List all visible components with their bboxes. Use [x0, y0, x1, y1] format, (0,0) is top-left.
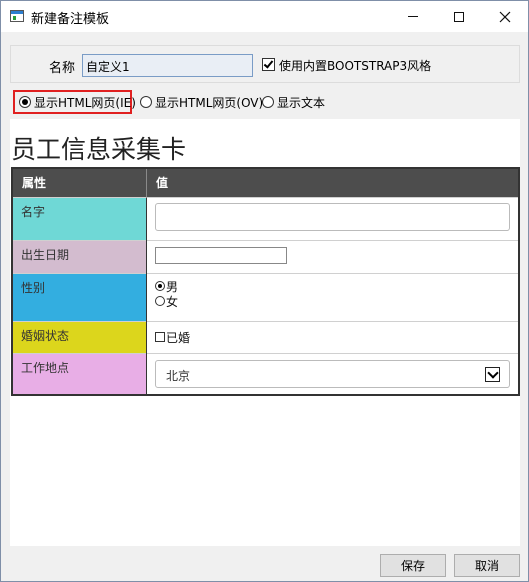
display-mode-label: 显示HTML网页(OV): [155, 95, 264, 110]
header-value: 值: [146, 168, 520, 197]
maximize-icon: [454, 11, 464, 22]
dialog-window: 新建备注模板 名称 自定义1 使用内置BOOTSTRAP3风格 显示HTML网页…: [0, 0, 529, 582]
row-value-gender: 男 女: [146, 272, 519, 321]
gender-option-label: 女: [166, 294, 179, 309]
maximize-button[interactable]: [436, 1, 482, 32]
workplace-selected-value: 北京: [166, 368, 191, 383]
table-row-gender: 性别 男 女: [12, 272, 519, 321]
row-value-marital: 已婚: [146, 320, 519, 353]
radio-icon: [262, 96, 274, 108]
gender-option-male[interactable]: 男: [155, 279, 510, 294]
radio-selected-icon: [19, 96, 31, 108]
checkbox-icon: [155, 332, 165, 342]
title-bar: 新建备注模板: [1, 1, 528, 32]
display-mode-label: 显示HTML网页(IE): [34, 95, 136, 110]
display-mode-text[interactable]: 显示文本: [262, 91, 325, 113]
table-row-workplace: 工作地点 北京: [12, 352, 519, 395]
row-value-birthdate: [146, 239, 519, 273]
bootstrap-checkbox-label[interactable]: 使用内置BOOTSTRAP3风格: [279, 57, 431, 74]
html-preview-pane: 员工信息采集卡 属性 值 名字 出生日期 性别 男 女 婚姻状态 已婚 工作地点…: [10, 119, 520, 546]
close-button[interactable]: [482, 1, 528, 32]
save-button[interactable]: 保存: [380, 554, 446, 577]
display-mode-html-ov[interactable]: 显示HTML网页(OV): [140, 91, 263, 113]
radio-icon: [155, 296, 165, 306]
card-title: 员工信息采集卡: [11, 135, 187, 164]
template-settings-panel: 名称 自定义1 使用内置BOOTSTRAP3风格: [10, 45, 520, 83]
employee-info-table: 属性 值 名字 出生日期 性别 男 女 婚姻状态 已婚 工作地点 北京: [11, 167, 520, 396]
header-attr: 属性: [12, 168, 147, 197]
row-value-workplace: 北京: [146, 352, 519, 395]
row-label-birthdate: 出生日期: [12, 239, 147, 273]
gender-option-female[interactable]: 女: [155, 294, 510, 309]
window-title: 新建备注模板: [31, 12, 110, 27]
married-checkbox[interactable]: 已婚: [155, 329, 510, 346]
name-label: 名称: [49, 61, 76, 76]
row-label-gender: 性别: [12, 272, 147, 321]
table-row-birthdate: 出生日期: [12, 239, 519, 273]
radio-icon: [140, 96, 152, 108]
table-row-marital: 婚姻状态 已婚: [12, 320, 519, 353]
table-row-name: 名字: [12, 196, 519, 240]
cancel-button[interactable]: 取消: [454, 554, 520, 577]
display-mode-html-ie[interactable]: 显示HTML网页(IE): [13, 90, 136, 114]
name-input[interactable]: 自定义1: [82, 54, 253, 77]
table-header-row: 属性 值: [12, 168, 520, 197]
minimize-button[interactable]: [390, 1, 436, 32]
row-value-name: [146, 196, 519, 240]
birthdate-input[interactable]: [155, 246, 287, 264]
row-label-marital: 婚姻状态: [12, 320, 147, 353]
row-label-workplace: 工作地点: [12, 352, 147, 395]
chevron-down-icon[interactable]: [485, 366, 500, 382]
checkmark-icon: [263, 58, 274, 69]
name-text-input[interactable]: [155, 202, 510, 231]
bootstrap-checkbox[interactable]: [262, 58, 275, 71]
row-label-name: 名字: [12, 196, 147, 240]
display-mode-label: 显示文本: [277, 95, 326, 110]
married-checkbox-label: 已婚: [166, 330, 191, 345]
minimize-icon: [408, 16, 418, 17]
radio-selected-icon: [155, 281, 165, 291]
app-window-icon: [10, 10, 24, 22]
close-icon: [499, 11, 511, 22]
workplace-select[interactable]: 北京: [155, 359, 510, 388]
